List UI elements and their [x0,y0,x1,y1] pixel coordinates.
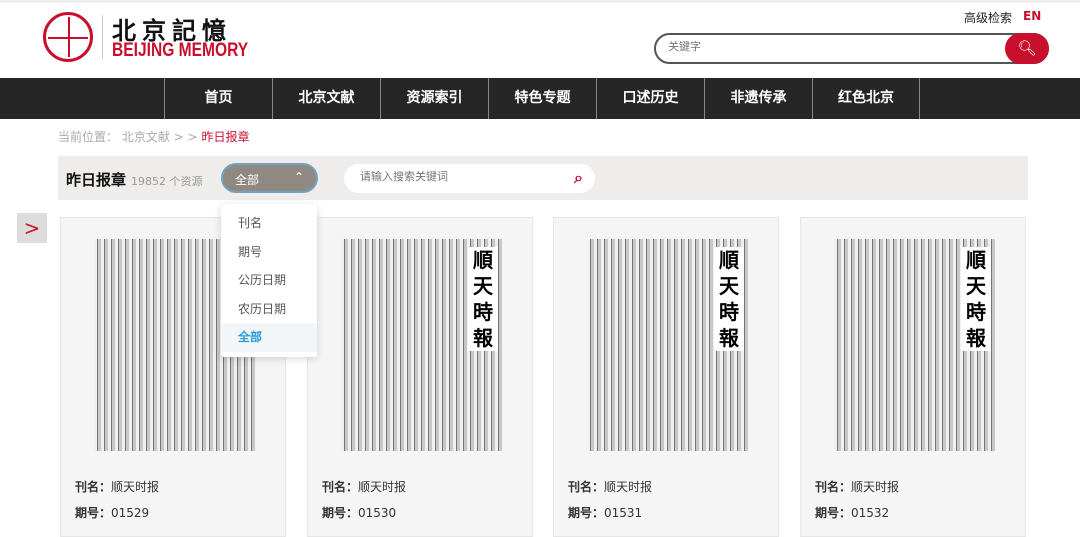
card-name: 刊名：顺天时报 [75,480,160,494]
breadcrumb-parent[interactable]: 北京文献 [122,130,170,144]
breadcrumb-sep: > > [173,130,198,144]
section-title: 昨日报章 [66,171,127,189]
nav-item-index[interactable]: 资源索引 [380,78,488,119]
masthead: 順天時報 [961,247,991,351]
language-en-link[interactable]: EN [1023,9,1041,23]
card-name: 刊名：顺天时报 [815,480,900,494]
filter-search: ⌕ [344,164,595,193]
dropdown-option-title[interactable]: 刊名 [221,209,317,238]
header-search-input[interactable] [668,41,968,53]
card-issue: 期号：01531 [568,506,643,520]
main-nav: 首页 北京文献 资源索引 特色专题 口述历史 非遗传承 红色北京 [0,78,1080,119]
search-icon[interactable]: ⌕ [574,168,583,188]
nav-item-oral-history[interactable]: 口述历史 [596,78,704,119]
card-issue: 期号：01530 [322,506,397,520]
newspaper-thumbnail[interactable]: 順天時報 [834,239,995,451]
newspaper-thumbnail[interactable]: 順天時報 [587,239,748,451]
chevron-up-icon: ⌃ [293,170,304,184]
search-icon: 🔍︎ [1017,39,1037,57]
newspaper-card[interactable]: 順天時報 刊名：顺天时报 期号：01531 [553,217,779,537]
filter-search-input[interactable] [360,171,550,183]
field-dropdown-menu: 刊名 期号 公历日期 农历日期 全部 [221,204,317,357]
breadcrumb: 当前位置： 北京文献 > > 昨日报章 [58,128,249,145]
card-name: 刊名：顺天时报 [568,480,653,494]
dropdown-option-all[interactable]: 全部 [221,323,317,352]
nav-item-literature[interactable]: 北京文献 [272,78,380,119]
nav-item-red-beijing[interactable]: 红色北京 [812,78,920,119]
header: 北京記憶 BEIJING MEMORY 高级检索 EN 🔍︎ [0,0,1080,78]
card-issue: 期号：01529 [75,506,150,520]
logo-seal [43,12,93,62]
breadcrumb-label: 当前位置： [58,130,119,144]
header-search-button[interactable]: 🔍︎ [1005,33,1049,64]
advanced-search-link[interactable]: 高级检索 [964,9,1012,26]
nav-item-heritage[interactable]: 非遗传承 [704,78,812,119]
sidebar-toggle[interactable]: > [17,213,47,243]
nav-item-home[interactable]: 首页 [164,78,272,119]
card-name: 刊名：顺天时报 [322,480,407,494]
newspaper-card[interactable]: 順天時報 刊名：顺天时报 期号：01530 [307,217,533,537]
field-select-value: 全部 [235,173,260,187]
logo-divider [102,15,103,59]
masthead: 順天時報 [468,247,498,351]
dropdown-option-gregorian-date[interactable]: 公历日期 [221,266,317,295]
masthead: 順天時報 [714,247,744,351]
nav-item-topics[interactable]: 特色专题 [488,78,596,119]
resource-count: 19852 个资源 [131,175,203,188]
newspaper-thumbnail[interactable]: 順天時報 [341,239,502,451]
field-select[interactable]: 全部 ⌃ [221,163,318,193]
newspaper-card[interactable]: 順天時報 刊名：顺天时报 期号：01532 [800,217,1026,537]
card-issue: 期号：01532 [815,506,890,520]
header-search: 🔍︎ [654,33,1049,64]
dropdown-option-lunar-date[interactable]: 农历日期 [221,295,317,324]
dropdown-option-issue[interactable]: 期号 [221,238,317,267]
breadcrumb-current: 昨日报章 [201,130,250,144]
logo-title-en[interactable]: BEIJING MEMORY [112,40,248,62]
